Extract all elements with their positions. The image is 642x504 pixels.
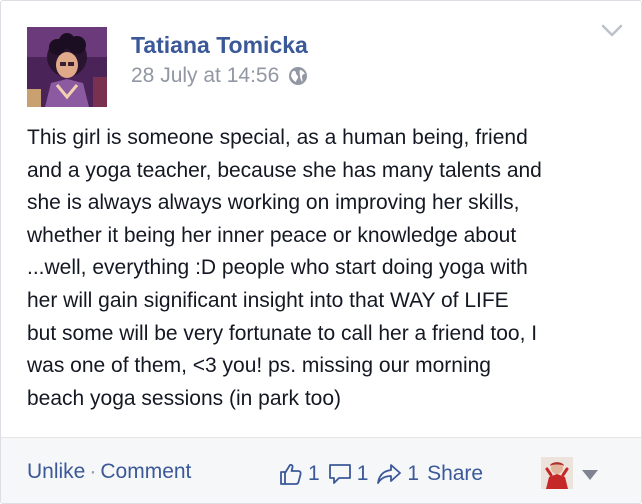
action-separator: · (89, 460, 97, 483)
author-avatar-image (27, 27, 107, 107)
shares-count: 1 (407, 462, 420, 485)
comment-link[interactable]: Comment (100, 460, 191, 483)
post-stats: 1 1 1 Share (279, 462, 483, 486)
post-body-text: This girl is someone special, as a human… (27, 126, 542, 410)
author-name-link[interactable]: Tatiana Tomicka (131, 32, 308, 59)
globe-icon[interactable] (288, 66, 308, 86)
post-options-chevron-icon[interactable] (601, 23, 623, 39)
post-meta: 28 July at 14:56 (131, 64, 308, 88)
comments-count-button[interactable]: 1 (328, 462, 369, 486)
unlike-link[interactable]: Unlike (27, 460, 85, 483)
viewer-dropdown-caret-icon[interactable] (581, 468, 599, 480)
post-actions: Unlike · Comment (27, 460, 191, 484)
author-avatar[interactable] (27, 27, 107, 107)
likes-count: 1 (308, 462, 320, 485)
post-card: Tatiana Tomicka 28 July at 14:56 This gi… (0, 0, 642, 504)
shares-count-button[interactable]: 1 Share (376, 462, 483, 486)
comments-count: 1 (356, 462, 369, 485)
share-arrow-icon (377, 464, 402, 484)
post-timestamp[interactable]: 28 July at 14:56 (131, 64, 279, 88)
likes-count-button[interactable]: 1 (279, 462, 320, 486)
viewer-avatar-image (541, 457, 573, 489)
comment-bubble-icon (328, 464, 351, 484)
thumbs-up-icon (280, 463, 302, 485)
viewer-avatar[interactable] (541, 457, 573, 489)
post-footer: Unlike · Comment 1 1 1 Share (1, 437, 641, 503)
share-label: Share (427, 462, 484, 485)
